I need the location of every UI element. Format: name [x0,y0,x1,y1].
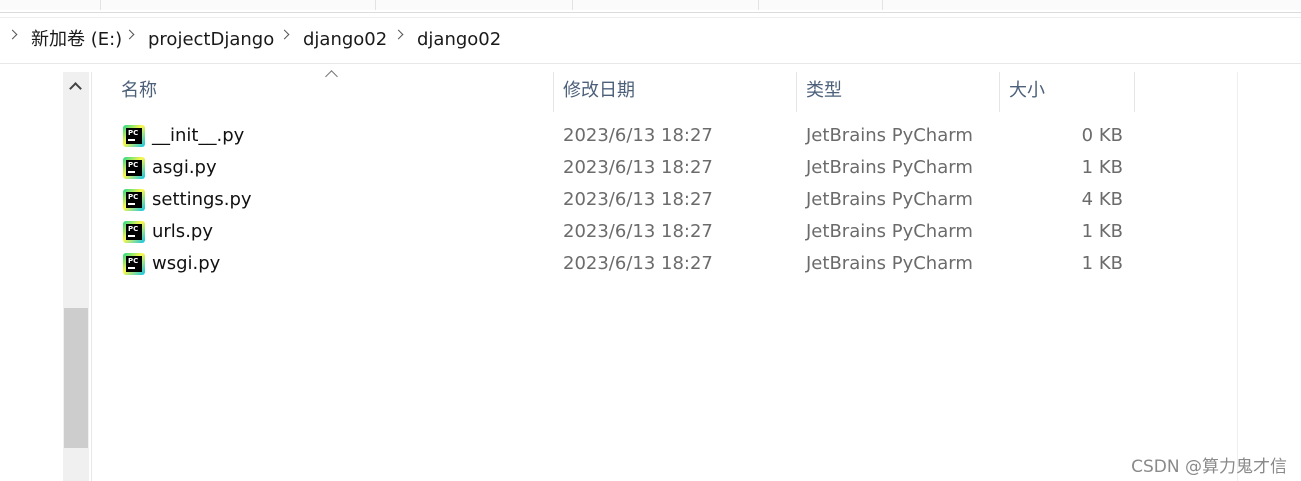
file-name: urls.py [152,221,213,242]
column-header-name[interactable]: 名称 [121,80,157,102]
pycharm-file-icon: PC [123,157,145,179]
breadcrumb-item-current[interactable]: django02 [417,29,501,51]
pycharm-file-icon: PC [123,189,145,211]
ribbon-group [572,0,759,10]
ribbon-divider [0,12,1301,13]
file-type: JetBrains PyCharm [806,157,973,178]
ribbon-group [375,0,573,10]
file-name: wsgi.py [152,253,221,274]
file-modified: 2023/6/13 18:27 [563,157,713,178]
file-name: settings.py [152,189,252,210]
file-modified: 2023/6/13 18:27 [563,221,713,242]
file-type: JetBrains PyCharm [806,253,973,274]
file-name: asgi.py [152,157,217,178]
column-resize-handle[interactable] [999,72,1000,112]
file-name: __init__.py [152,125,245,146]
file-size: 1 KB [1081,253,1123,274]
file-type: JetBrains PyCharm [806,125,973,146]
file-size: 1 KB [1081,157,1123,178]
breadcrumb-item-drive[interactable]: 新加卷 (E:) [31,29,122,51]
file-type: JetBrains PyCharm [806,221,973,242]
ribbon-remnant [0,0,1301,10]
watermark: CSDN @算力鬼才信 [1131,457,1287,477]
file-modified: 2023/6/13 18:27 [563,253,713,274]
column-header-modified[interactable]: 修改日期 [563,80,635,102]
divider [0,63,1301,64]
ribbon-divider [0,17,1301,18]
divider [1237,72,1238,481]
file-row[interactable]: PC __init__.py 2023/6/13 18:27 JetBrains… [115,120,1135,152]
pycharm-file-icon: PC [123,253,145,275]
sort-ascending-icon [325,70,338,83]
file-modified: 2023/6/13 18:27 [563,125,713,146]
pycharm-file-icon: PC [123,221,145,243]
breadcrumb-item-folder[interactable]: django02 [303,29,387,51]
scrollbar-thumb[interactable] [64,308,88,448]
column-header-type[interactable]: 类型 [806,80,842,102]
file-row[interactable]: PC wsgi.py 2023/6/13 18:27 JetBrains PyC… [115,248,1135,280]
column-resize-handle[interactable] [796,72,797,112]
file-row[interactable]: PC settings.py 2023/6/13 18:27 JetBrains… [115,184,1135,216]
column-resize-handle[interactable] [553,72,554,112]
pycharm-file-icon: PC [123,125,145,147]
file-row[interactable]: PC urls.py 2023/6/13 18:27 JetBrains PyC… [115,216,1135,248]
ribbon-group [0,0,101,10]
file-modified: 2023/6/13 18:27 [563,189,713,210]
column-resize-handle[interactable] [1134,72,1135,112]
file-size: 4 KB [1081,189,1123,210]
ribbon-group [100,0,376,10]
pane-divider[interactable] [91,72,92,481]
ribbon-group [758,0,883,10]
nav-pane-scrollbar[interactable] [63,72,89,481]
file-size: 0 KB [1081,125,1123,146]
file-type: JetBrains PyCharm [806,189,973,210]
column-header-size[interactable]: 大小 [1009,80,1045,102]
file-size: 1 KB [1081,221,1123,242]
file-row[interactable]: PC asgi.py 2023/6/13 18:27 JetBrains PyC… [115,152,1135,184]
breadcrumb-item-project[interactable]: projectDjango [148,29,274,51]
chevron-up-icon[interactable] [69,82,82,95]
